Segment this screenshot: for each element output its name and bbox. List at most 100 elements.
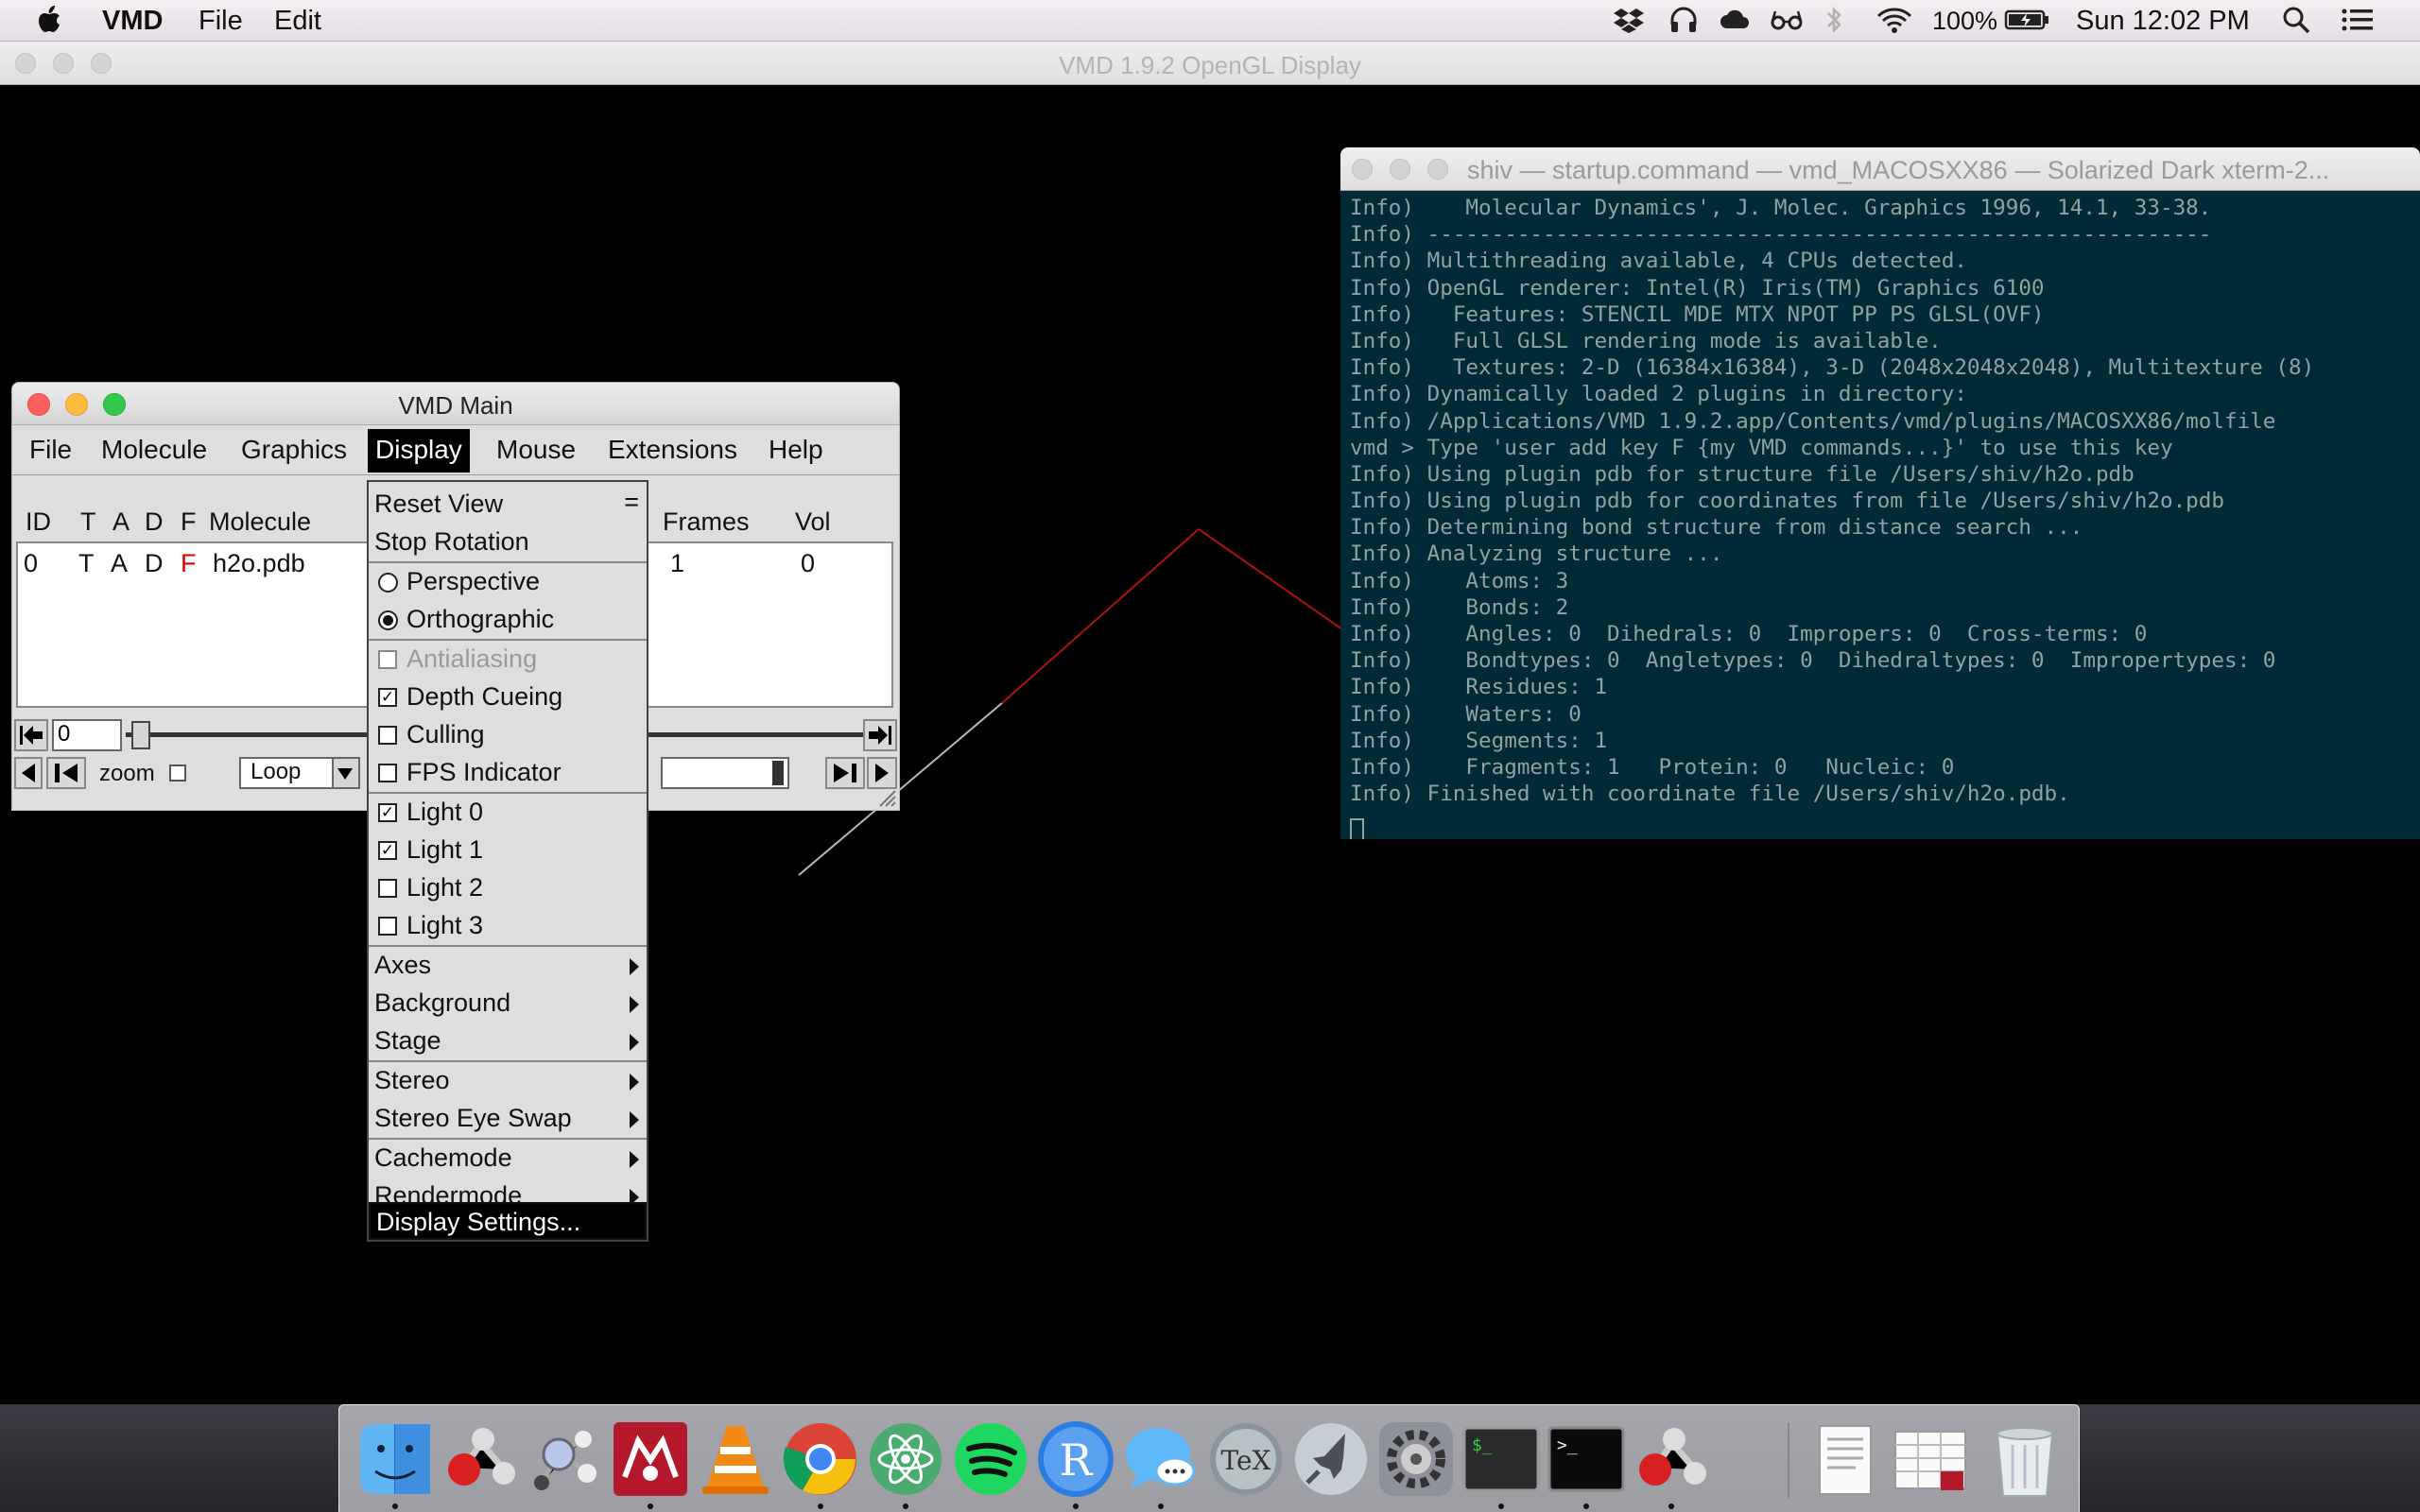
battery-icon[interactable]	[2004, 6, 2051, 34]
frame-slider-handle[interactable]	[131, 721, 150, 749]
menu-item-background[interactable]: Background	[369, 985, 647, 1022]
glasses-icon[interactable]	[1770, 6, 1804, 34]
vlc-icon[interactable]	[695, 1418, 776, 1500]
dropbox-icon[interactable]	[1613, 6, 1645, 34]
vmd-app-icon[interactable]	[1631, 1418, 1712, 1500]
menu-item-label: Antialiasing	[406, 644, 538, 673]
notification-center-icon[interactable]	[2341, 6, 2375, 34]
cell-vol[interactable]: 0	[801, 549, 815, 578]
menu-item-stage[interactable]: Stage	[369, 1022, 647, 1060]
menu-file[interactable]: File	[26, 435, 76, 465]
headphones-icon[interactable]	[1669, 6, 1698, 34]
menu-item-fps-indicator[interactable]: FPS Indicator	[369, 754, 647, 792]
menubar-file[interactable]: File	[199, 6, 243, 37]
first-frame-button[interactable]	[14, 719, 48, 751]
chrome-icon[interactable]	[780, 1418, 861, 1500]
menu-item-label: Stereo Eye Swap	[374, 1104, 572, 1132]
menu-item-reset-view[interactable]: Reset View =	[369, 486, 647, 524]
menu-graphics[interactable]: Graphics	[237, 435, 351, 465]
menu-item-cachemode[interactable]: Cachemode	[369, 1140, 647, 1177]
finder-icon[interactable]	[354, 1418, 436, 1500]
cell-molecule[interactable]: h2o.pdb	[213, 549, 305, 578]
apple-icon[interactable]	[34, 4, 62, 36]
spotify-icon[interactable]	[950, 1418, 1031, 1500]
menu-item-axes[interactable]: Axes	[369, 947, 647, 985]
menubar-clock[interactable]: Sun 12:02 PM	[2076, 6, 2250, 37]
speed-slider-handle[interactable]	[772, 761, 784, 785]
molecule-viewer-icon[interactable]	[525, 1418, 606, 1500]
play-reverse-button[interactable]	[14, 757, 43, 789]
mendeley-icon[interactable]	[610, 1418, 691, 1500]
frame-input[interactable]: 0	[52, 719, 122, 751]
cell-top[interactable]: T	[78, 549, 95, 578]
menu-extensions[interactable]: Extensions	[604, 435, 741, 465]
column-header-molecule[interactable]: Molecule	[209, 507, 311, 537]
system-preferences-icon[interactable]	[1375, 1418, 1457, 1500]
zoom-button[interactable]	[1427, 159, 1448, 180]
menu-item-light-1[interactable]: ✓ Light 1	[369, 832, 647, 869]
terminal-line: Info) Angles: 0 Dihedrals: 0 Impropers: …	[1350, 622, 2148, 646]
column-header-id[interactable]: ID	[26, 507, 51, 537]
close-button[interactable]	[1352, 159, 1373, 180]
cell-active[interactable]: A	[111, 549, 128, 578]
loop-select[interactable]: Loop	[239, 757, 360, 789]
cell-frames[interactable]: 1	[670, 549, 684, 578]
bluetooth-icon[interactable]	[1824, 6, 1843, 34]
checkbox-unchecked-icon	[378, 764, 397, 782]
menu-help[interactable]: Help	[765, 435, 827, 465]
menu-item-display-settings[interactable]: Display Settings...	[369, 1202, 647, 1240]
menu-item-culling[interactable]: Culling	[369, 716, 647, 754]
vmd-icon[interactable]	[440, 1418, 521, 1500]
wifi-icon[interactable]	[1876, 6, 1913, 34]
menu-item-perspective[interactable]: Perspective	[369, 563, 647, 601]
menu-item-stereo-eye-swap[interactable]: Stereo Eye Swap	[369, 1100, 647, 1138]
menu-item-light-3[interactable]: Light 3	[369, 907, 647, 945]
column-header-d[interactable]: D	[145, 507, 164, 537]
atom-icon[interactable]	[865, 1418, 946, 1500]
last-frame-button[interactable]	[863, 719, 897, 751]
column-header-vol[interactable]: Vol	[795, 507, 831, 537]
menu-item-light-0[interactable]: ✓ Light 0	[369, 794, 647, 832]
document-icon[interactable]	[1805, 1418, 1886, 1500]
menu-item-orthographic[interactable]: Orthographic	[369, 601, 647, 639]
terminal-icon[interactable]: $_	[1461, 1418, 1542, 1500]
vmd-main-titlebar[interactable]: VMD Main	[11, 382, 900, 425]
cell-id[interactable]: 0	[24, 549, 38, 578]
r-icon[interactable]: R	[1035, 1418, 1116, 1500]
column-header-f[interactable]: F	[181, 507, 197, 537]
cloud-icon[interactable]	[1719, 6, 1751, 34]
resize-grip-icon[interactable]	[876, 787, 897, 808]
chevron-down-icon	[332, 759, 358, 787]
menu-item-light-2[interactable]: Light 2	[369, 869, 647, 907]
menu-item-stop-rotation[interactable]: Stop Rotation	[369, 524, 647, 561]
menu-mouse[interactable]: Mouse	[493, 435, 579, 465]
menu-item-depth-cueing[interactable]: ✓ Depth Cueing	[369, 679, 647, 716]
launchpad-icon[interactable]	[1290, 1418, 1372, 1500]
gl-window-titlebar[interactable]: VMD 1.9.2 OpenGL Display	[0, 42, 2420, 85]
terminal-output[interactable]: Info) Molecular Dynamics', J. Molec. Gra…	[1340, 191, 2420, 839]
menubar-app-name[interactable]: VMD	[102, 6, 163, 37]
messages-icon[interactable]	[1120, 1418, 1201, 1500]
step-forward-button[interactable]	[825, 757, 865, 789]
menu-item-stereo[interactable]: Stereo	[369, 1062, 647, 1100]
tex-icon[interactable]: TeX	[1205, 1418, 1287, 1500]
spreadsheet-icon[interactable]	[1890, 1418, 1971, 1500]
spotlight-search-icon[interactable]	[2282, 6, 2310, 34]
column-header-a[interactable]: A	[112, 507, 130, 537]
zoom-checkbox[interactable]	[169, 765, 186, 782]
menubar-edit[interactable]: Edit	[274, 6, 321, 37]
minimize-button[interactable]	[1390, 159, 1410, 180]
cell-drawn[interactable]: D	[145, 549, 164, 578]
trash-icon[interactable]	[1984, 1418, 2066, 1500]
step-back-button[interactable]	[46, 757, 86, 789]
terminal-line: Info) Bondtypes: 0 Angletypes: 0 Dihedra…	[1350, 648, 2276, 674]
menu-molecule[interactable]: Molecule	[97, 435, 211, 465]
menu-display[interactable]: Display	[368, 429, 470, 472]
terminal-titlebar[interactable]: shiv — startup.command — vmd_MACOSXX86 —…	[1340, 147, 2420, 191]
speed-slider[interactable]	[661, 757, 789, 789]
column-header-t[interactable]: T	[80, 507, 96, 537]
column-header-frames[interactable]: Frames	[663, 507, 750, 537]
cell-fixed[interactable]: F	[181, 549, 197, 578]
terminal-dark-icon[interactable]: >_	[1546, 1418, 1627, 1500]
play-forward-button[interactable]	[867, 757, 897, 789]
